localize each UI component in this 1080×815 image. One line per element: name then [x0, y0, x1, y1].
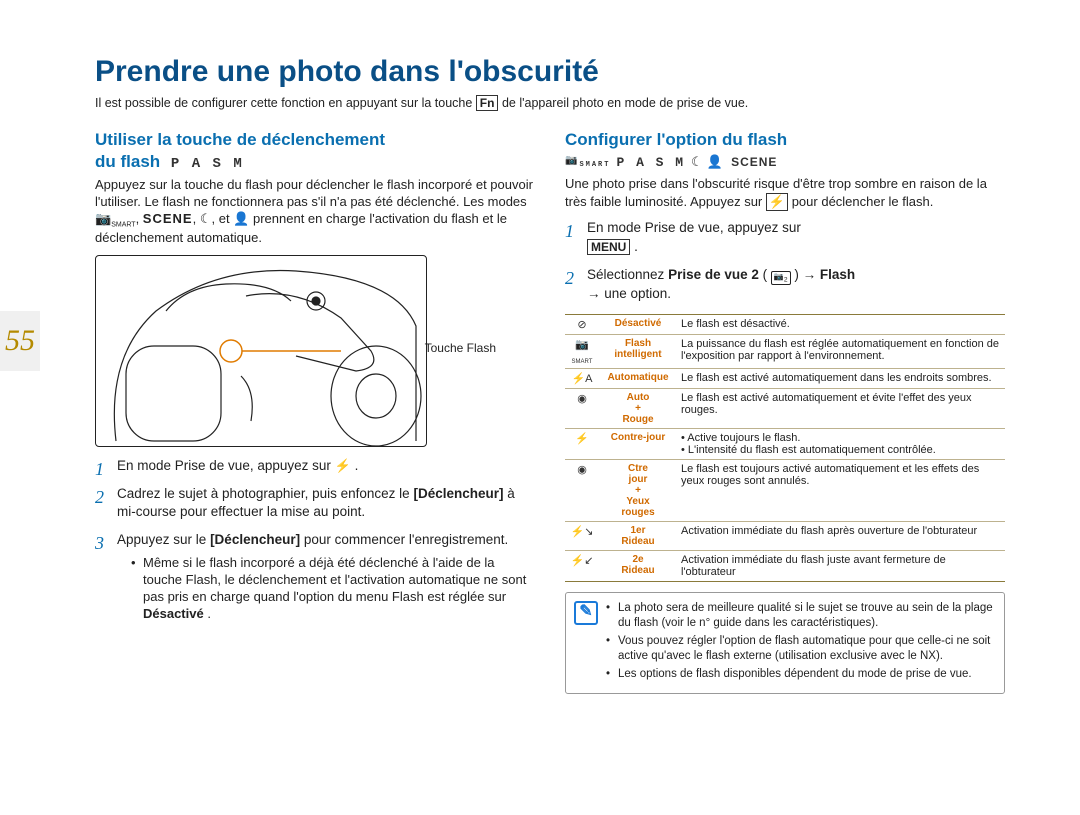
table-row: ◉Auto+RougeLe flash est activé automatiq…	[565, 388, 1005, 428]
menu-key: MENU	[587, 239, 630, 255]
left-para1-c: , et	[211, 211, 233, 226]
option-label: Automatique	[599, 368, 677, 388]
option-desc: Le flash est activé automatiquement et é…	[677, 388, 1005, 428]
option-desc: Le flash est activé automatiquement dans…	[677, 368, 1005, 388]
portrait-icon: 👤	[233, 211, 249, 226]
intro-before: Il est possible de configurer cette fonc…	[95, 96, 476, 110]
intro-text: Il est possible de configurer cette fonc…	[95, 95, 1005, 111]
left-title-line2: du flash	[95, 152, 160, 171]
shutter-bold-1: [Déclencheur]	[413, 486, 503, 501]
left-bullet: Même si le flash incorporé a déjà été dé…	[131, 555, 535, 623]
right-step2-bold2: Flash	[820, 267, 855, 282]
left-step2-a: Cadrez le sujet à photographier, puis en…	[117, 486, 413, 501]
table-row: 📷SMARTFlashintelligentLa puissance du fl…	[565, 334, 1005, 368]
note-item: Les options de flash disponibles dépende…	[606, 667, 994, 682]
right-step2-a: Sélectionnez	[587, 267, 668, 282]
right-para-b: pour déclencher le flash.	[792, 194, 934, 209]
intro-after: de l'appareil photo en mode de prise de …	[502, 96, 748, 110]
option-icon: ⚡↘	[565, 521, 599, 550]
note-item: Vous pouvez régler l'option de flash aut…	[606, 634, 994, 664]
camera-sub2-icon: 📷2	[771, 271, 791, 286]
option-desc: La puissance du flash est réglée automat…	[677, 334, 1005, 368]
note-box: ✎ La photo sera de meilleure qualité si …	[565, 592, 1005, 694]
right-step1-b: .	[634, 239, 638, 254]
option-label: 2eRideau	[599, 550, 677, 581]
option-label: Contre-jour	[599, 428, 677, 459]
flash-key-box: ⚡	[766, 193, 788, 212]
option-icon: ⚡↙	[565, 550, 599, 581]
option-icon: ◉	[565, 459, 599, 521]
option-desc: • Active toujours le flash.• L'intensité…	[677, 428, 1005, 459]
right-step2-b: → une option.	[587, 286, 671, 301]
left-modes: P A S M	[171, 156, 244, 172]
option-label: Ctrejour+Yeuxrouges	[599, 459, 677, 521]
option-desc: Activation immédiate du flash après ouve…	[677, 521, 1005, 550]
option-icon: ⊘	[565, 314, 599, 334]
right-step2-bold1: Prise de vue 2	[668, 267, 759, 282]
option-desc: Le flash est désactivé.	[677, 314, 1005, 334]
table-row: ⚡AAutomatiqueLe flash est activé automat…	[565, 368, 1005, 388]
table-row: ⊘DésactivéLe flash est désactivé.	[565, 314, 1005, 334]
right-step1-a: En mode Prise de vue, appuyez sur	[587, 220, 801, 235]
right-step2-after-icon: ) →	[794, 267, 820, 282]
page-title: Prendre une photo dans l'obscurité	[95, 55, 1005, 89]
shutter-bold-2: [Déclencheur]	[210, 532, 300, 547]
right-step-2: Sélectionnez Prise de vue 2 ( 📷2 ) → Fla…	[565, 266, 1005, 304]
option-icon: ◉	[565, 388, 599, 428]
option-desc: Le flash est toujours activé automatique…	[677, 459, 1005, 521]
table-row: ⚡↙2eRideauActivation immédiate du flash …	[565, 550, 1005, 581]
right-mode-row: 📷SMART P A S M ☾ 👤 SCENE	[565, 155, 1005, 170]
right-para: Une photo prise dans l'obscurité risque …	[565, 176, 1005, 212]
left-step3-b: pour commencer l'enregistrement.	[304, 532, 508, 547]
night-mode-icon: ☾	[691, 155, 701, 170]
night-icon: ☾	[200, 211, 212, 226]
table-row: ⚡↘1erRideauActivation immédiate du flash…	[565, 521, 1005, 550]
option-icon: ⚡A	[565, 368, 599, 388]
scene-mode: SCENE	[731, 155, 777, 169]
right-step2-mid: (	[763, 267, 768, 282]
page-number-tab: 55	[0, 311, 40, 371]
flash-options-table: ⊘DésactivéLe flash est désactivé.📷SMARTF…	[565, 314, 1005, 582]
note-icon: ✎	[574, 601, 598, 625]
left-bullet-bold: Désactivé	[143, 606, 204, 621]
left-step1-end: .	[355, 458, 359, 473]
right-step-1: En mode Prise de vue, appuyez sur MENU .	[565, 219, 1005, 255]
option-label: Flashintelligent	[599, 334, 677, 368]
left-step1-text: En mode Prise de vue, appuyez sur	[117, 458, 335, 473]
left-section-title: Utiliser la touche de déclenchement du f…	[95, 129, 535, 173]
smart-icon: 📷SMART	[95, 211, 136, 226]
left-para1-b: ,	[136, 211, 143, 226]
left-para1-a: Appuyez sur la touche du flash pour décl…	[95, 177, 533, 209]
option-icon: ⚡	[565, 428, 599, 459]
left-step-1: En mode Prise de vue, appuyez sur ⚡ .	[95, 457, 535, 475]
option-icon: 📷SMART	[565, 334, 599, 368]
note-item: La photo sera de meilleure qualité si le…	[606, 601, 994, 631]
diagram-label: Touche Flash	[425, 341, 496, 355]
left-step-3: Appuyez sur le [Déclencheur] pour commen…	[95, 531, 535, 623]
left-bullet-a: Même si le flash incorporé a déjà été dé…	[143, 555, 526, 604]
left-title-line1: Utiliser la touche de déclenchement	[95, 130, 385, 149]
option-label: Auto+Rouge	[599, 388, 677, 428]
table-row: ◉Ctrejour+YeuxrougesLe flash est toujour…	[565, 459, 1005, 521]
option-label: 1erRideau	[599, 521, 677, 550]
left-bullet-b: .	[207, 606, 211, 621]
left-step-2: Cadrez le sujet à photographier, puis en…	[95, 485, 535, 521]
flash-key-icon: ⚡	[335, 457, 351, 475]
option-label: Désactivé	[599, 314, 677, 334]
left-para1: Appuyez sur la touche du flash pour décl…	[95, 177, 535, 246]
camera-svg	[96, 256, 426, 446]
scene-badge: SCENE	[143, 211, 193, 226]
fn-key: Fn	[476, 95, 499, 111]
option-desc: Activation immédiate du flash juste avan…	[677, 550, 1005, 581]
table-row: ⚡Contre-jour• Active toujours le flash.•…	[565, 428, 1005, 459]
portrait-mode-icon: 👤	[707, 155, 725, 170]
right-modes: P A S M	[616, 155, 685, 170]
camera-diagram: Touche Flash	[95, 255, 427, 447]
smart-mode-icon: 📷SMART	[565, 155, 610, 169]
left-step3-a: Appuyez sur le	[117, 532, 210, 547]
right-section-title: Configurer l'option du flash	[565, 129, 1005, 150]
